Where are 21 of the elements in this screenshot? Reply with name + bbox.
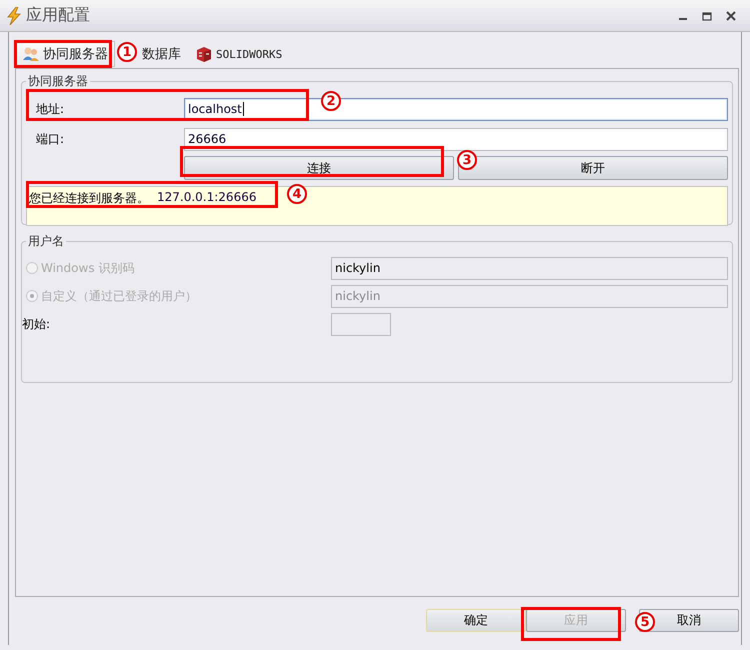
field-label: 端口: [35,130,66,148]
status-message: 您已经连接到服务器。 [29,190,149,207]
step-number: 3 [457,150,477,170]
group-title: 协同服务器 [27,73,89,90]
tab[interactable]: SOLIDWORKS [194,41,284,67]
input-field[interactable]: 26666 [184,128,728,150]
field-label: 初始: [22,316,52,332]
lightning-icon [6,6,22,24]
users-icon [22,45,40,63]
cube-icon [195,45,213,63]
input-field[interactable] [331,312,391,336]
step-number: 2 [321,91,341,111]
group-title: 用户名 [27,233,65,250]
server-address: 127.0.0.1:26666 [157,190,256,206]
step-number: 5 [635,612,655,632]
tab[interactable]: 数据库 [141,41,182,67]
dialog-button[interactable]: 确定 [426,608,526,632]
window-title: 应用配置 [26,5,91,26]
close-icon[interactable] [724,8,738,22]
step-number: 1 [117,42,137,62]
field-label: 地址: [35,100,66,118]
